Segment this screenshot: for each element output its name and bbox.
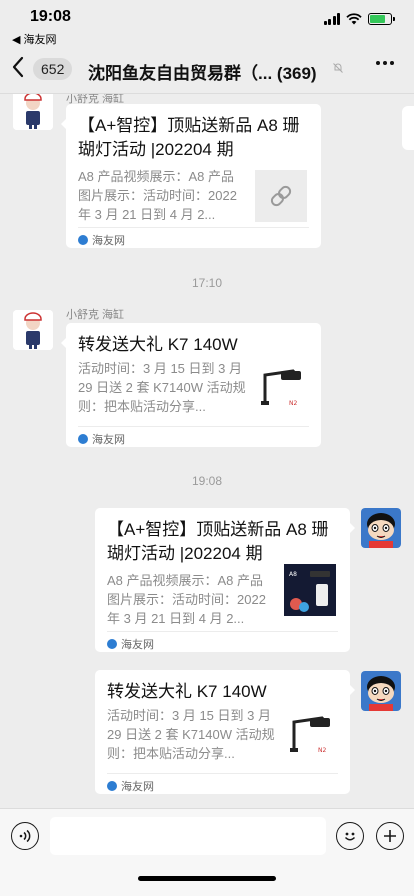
message-input[interactable] (50, 817, 326, 855)
card-divider (107, 631, 338, 632)
unread-count-badge[interactable]: 652 (33, 58, 73, 80)
link-card-message[interactable]: 转发送大礼 K7 140W 活动时间：3 月 15 日到 3 月 29 日送 2… (61, 323, 321, 447)
member-count: (369) (276, 64, 317, 83)
avatar[interactable] (13, 310, 53, 350)
back-to-app-link[interactable]: ◀ 海友网 (12, 31, 57, 47)
svg-text:N2: N2 (318, 747, 326, 754)
link-card-message[interactable]: 转发送大礼 K7 140W 活动时间：3 月 15 日到 3 月 29 日送 2… (95, 670, 355, 794)
status-icons (323, 13, 395, 25)
chat-message-list[interactable]: 小舒克 海缸 【A+智控】顶贴送新品 A8 珊瑚灯活动 |202204 期 A8… (0, 94, 414, 808)
battery-level (370, 15, 385, 23)
source-logo-icon (107, 639, 117, 649)
svg-text:A8: A8 (289, 571, 297, 578)
card-source: 海友网 (107, 636, 154, 652)
partial-message-bubble (402, 106, 414, 150)
aquarium-product-image: A8 (284, 564, 336, 616)
mute-bell-icon (333, 63, 343, 73)
status-bar: 19:08 ◀ 海友网 (0, 0, 414, 46)
card-divider (78, 227, 309, 228)
source-logo-icon (107, 781, 117, 791)
chat-header: 652 沈阳鱼友自由贸易群（... (369) (0, 46, 414, 94)
card-source: 海友网 (78, 431, 125, 447)
time-separator: 17:10 (191, 276, 223, 290)
card-description: 活动时间：3 月 15 日到 3 月 29 日送 2 套 K7140W 活动规则… (78, 361, 246, 414)
lamp-product-image: N2 (284, 708, 336, 760)
avatar[interactable] (13, 94, 53, 130)
more-dots-icon[interactable] (374, 52, 396, 80)
source-name: 海友网 (121, 781, 154, 793)
link-card-message[interactable]: 【A+智控】顶贴送新品 A8 珊瑚灯活动 |202204 期 A8 产品视频展示… (61, 104, 321, 248)
link-icon (255, 170, 307, 222)
card-title: 转发送大礼 K7 140W (107, 682, 267, 701)
card-description: A8 产品视频展示：A8 产品图片展示：活动时间：2022 年 3 月 21 日… (107, 573, 266, 626)
source-name: 海友网 (92, 235, 125, 247)
plus-icon[interactable] (376, 822, 404, 850)
sender-name: 小舒克 海缸 (66, 309, 125, 321)
card-source: 海友网 (107, 778, 154, 794)
card-description: 活动时间：3 月 15 日到 3 月 29 日送 2 套 K7140W 活动规则… (107, 708, 275, 761)
card-source: 海友网 (78, 232, 125, 248)
avatar[interactable] (361, 508, 401, 548)
avatar[interactable] (361, 671, 401, 711)
card-title: 转发送大礼 K7 140W (78, 335, 238, 354)
link-card-message[interactable]: 【A+智控】顶贴送新品 A8 珊瑚灯活动 |202204 期 A8 产品视频展示… (95, 508, 355, 652)
card-title: 【A+智控】顶贴送新品 A8 珊瑚灯活动 |202204 期 (78, 116, 300, 159)
lamp-product-image: N2 (255, 361, 307, 413)
chevron-left-icon[interactable] (12, 56, 24, 83)
source-name: 海友网 (121, 639, 154, 651)
battery-icon (368, 13, 395, 25)
source-logo-icon (78, 434, 88, 444)
source-logo-icon (78, 235, 88, 245)
group-name: 沈阳鱼友自由贸易群（... (88, 64, 273, 83)
emoji-icon[interactable] (336, 822, 364, 850)
time-separator: 19:08 (191, 474, 223, 488)
cellular-signal-icon (323, 13, 340, 25)
source-name: 海友网 (92, 434, 125, 446)
voice-icon[interactable] (11, 822, 39, 850)
wifi-icon (346, 13, 362, 25)
message-input-bar (0, 808, 414, 896)
card-description: A8 产品视频展示：A8 产品图片展示：活动时间：2022 年 3 月 21 日… (78, 169, 237, 222)
chat-title: 沈阳鱼友自由贸易群（... (369) (88, 59, 317, 84)
svg-text:N2: N2 (289, 400, 297, 407)
card-title: 【A+智控】顶贴送新品 A8 珊瑚灯活动 |202204 期 (107, 520, 329, 563)
card-divider (78, 426, 309, 427)
status-time: 19:08 (30, 8, 71, 25)
card-divider (107, 773, 338, 774)
home-indicator (138, 876, 276, 881)
